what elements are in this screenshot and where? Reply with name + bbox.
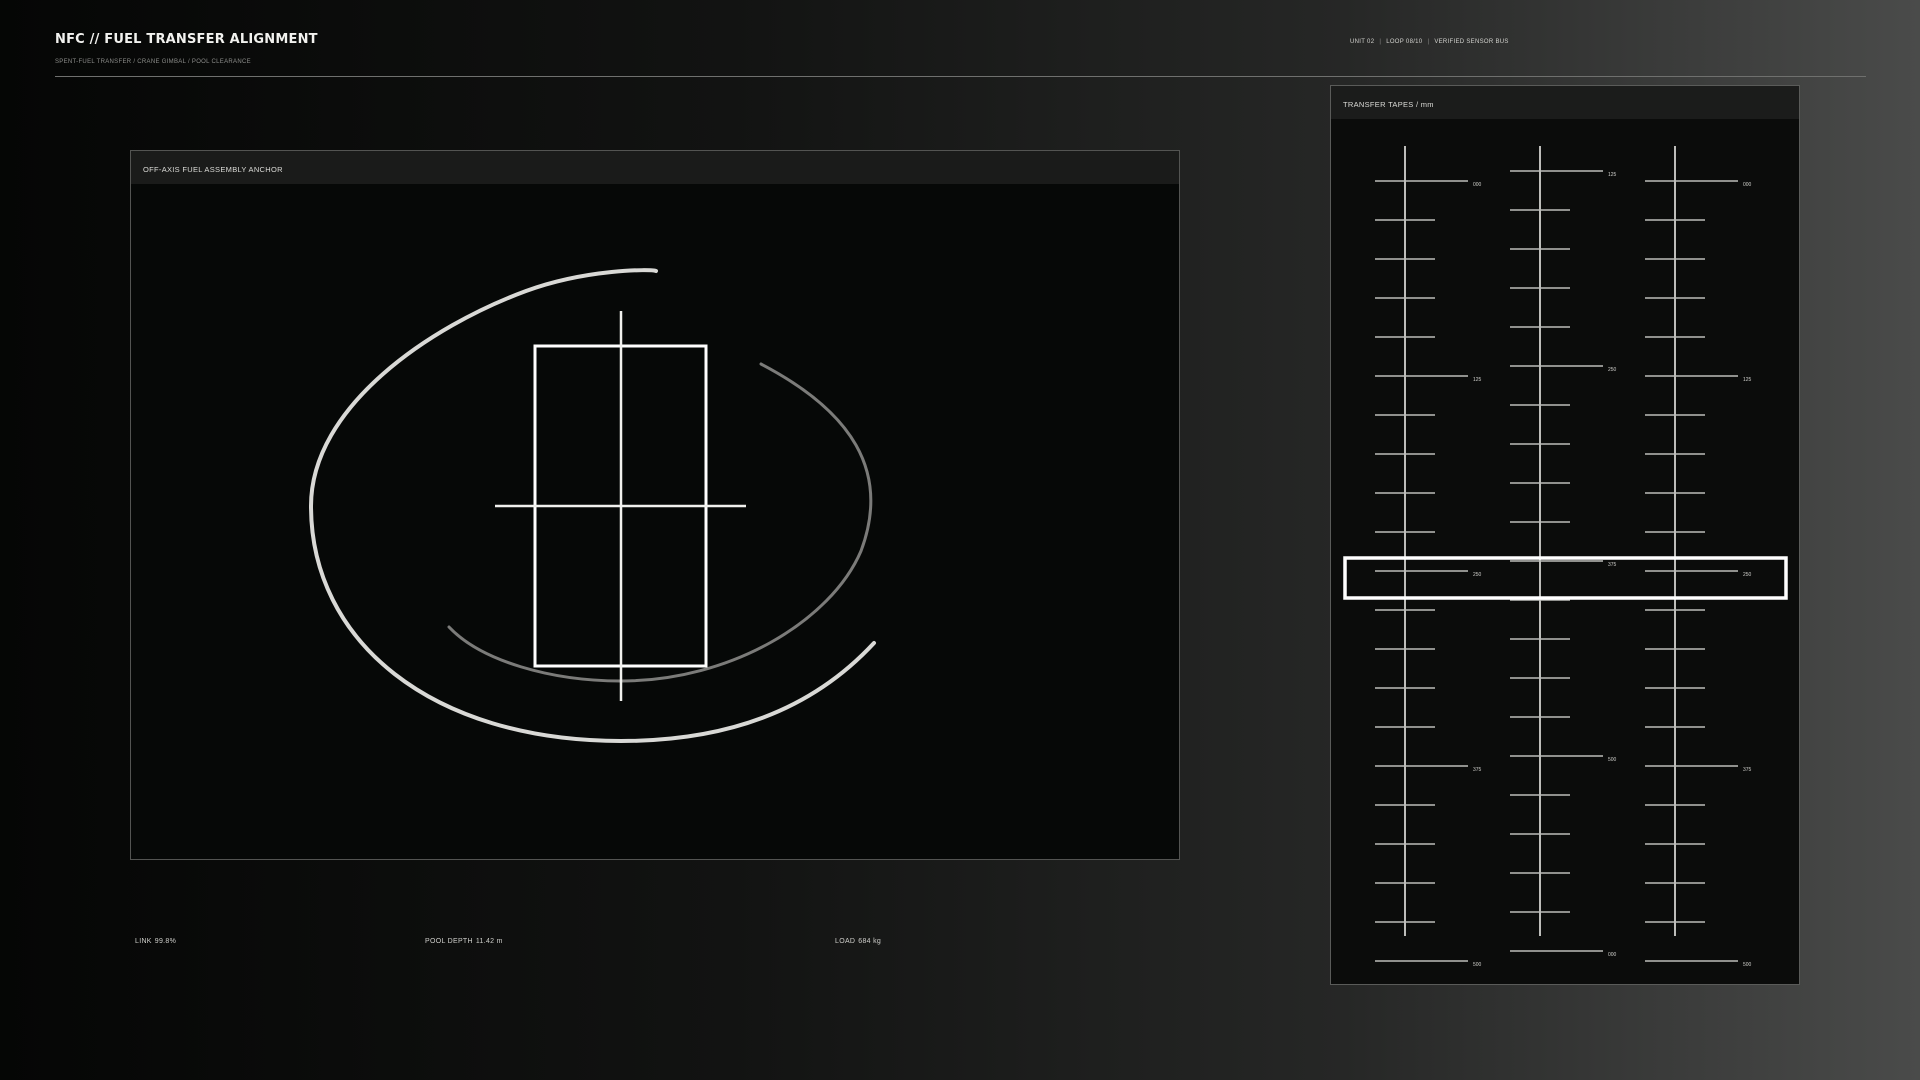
pool-depth-readout: POOL DEPTH 11.42 m <box>425 938 503 945</box>
inner-clearance-arc <box>447 362 873 683</box>
tape-tick-label: 125 <box>1473 377 1482 383</box>
selection-band <box>1343 556 1788 600</box>
tape-tick-label: 500 <box>1473 962 1482 968</box>
tape-tick-label: 250 <box>1473 572 1482 578</box>
alignment-view[interactable] <box>131 151 1181 861</box>
transfer-tapes-view[interactable]: 000 125 250 375 500 125 250 375 500 000 000 125 250 3… <box>1331 86 1801 986</box>
tape-tick-label: 000 <box>1473 182 1482 188</box>
breadcrumb: SPENT-FUEL TRANSFER / CRANE GIMBAL / POO… <box>55 59 251 65</box>
link-readout: LINK 99.8% <box>135 938 176 945</box>
tape-tick-label: 375 <box>1473 767 1482 773</box>
alignment-panel: OFF-AXIS FUEL ASSEMBLY ANCHOR <box>130 150 1180 860</box>
load-readout: LOAD 684 kg <box>835 938 881 945</box>
link-value: 99.8% <box>154 938 177 945</box>
tape-tick-label: 125 <box>1743 377 1752 383</box>
tape-tick-label: 000 <box>1608 952 1617 958</box>
tape-tick-label: 000 <box>1743 182 1752 188</box>
status-separator: | <box>1379 39 1382 45</box>
tape-tick-label: 375 <box>1743 767 1752 773</box>
tape-tick-label: 500 <box>1743 962 1752 968</box>
pool-depth-value: 11.42 m <box>475 938 503 945</box>
status-bar: UNIT 02 | LOOP 08/10 | VERIFIED SENSOR B… <box>1350 39 1509 45</box>
tape-tick-label: 250 <box>1743 572 1752 578</box>
load-label: LOAD <box>835 938 856 945</box>
load-value: 684 kg <box>858 938 882 945</box>
pool-depth-label: POOL DEPTH <box>425 938 473 945</box>
link-label: LINK <box>135 938 152 945</box>
tape-tick-label: 250 <box>1608 367 1617 373</box>
transfer-tapes-panel: TRANSFER TAPES / mm 000 125 250 375 500 125 25… <box>1330 85 1800 985</box>
sensor-bus-status: VERIFIED SENSOR BUS <box>1434 39 1509 45</box>
loop-status: LOOP 08/10 <box>1386 39 1423 45</box>
status-separator: | <box>1427 39 1430 45</box>
header-divider <box>55 76 1866 77</box>
tape-tick-label: 500 <box>1608 757 1617 763</box>
app-title: NFC // FUEL TRANSFER ALIGNMENT <box>55 32 318 47</box>
tape-tick-label: 125 <box>1608 172 1617 178</box>
unit-status: UNIT 02 <box>1350 39 1375 45</box>
tape-tick-label: 375 <box>1608 562 1617 568</box>
